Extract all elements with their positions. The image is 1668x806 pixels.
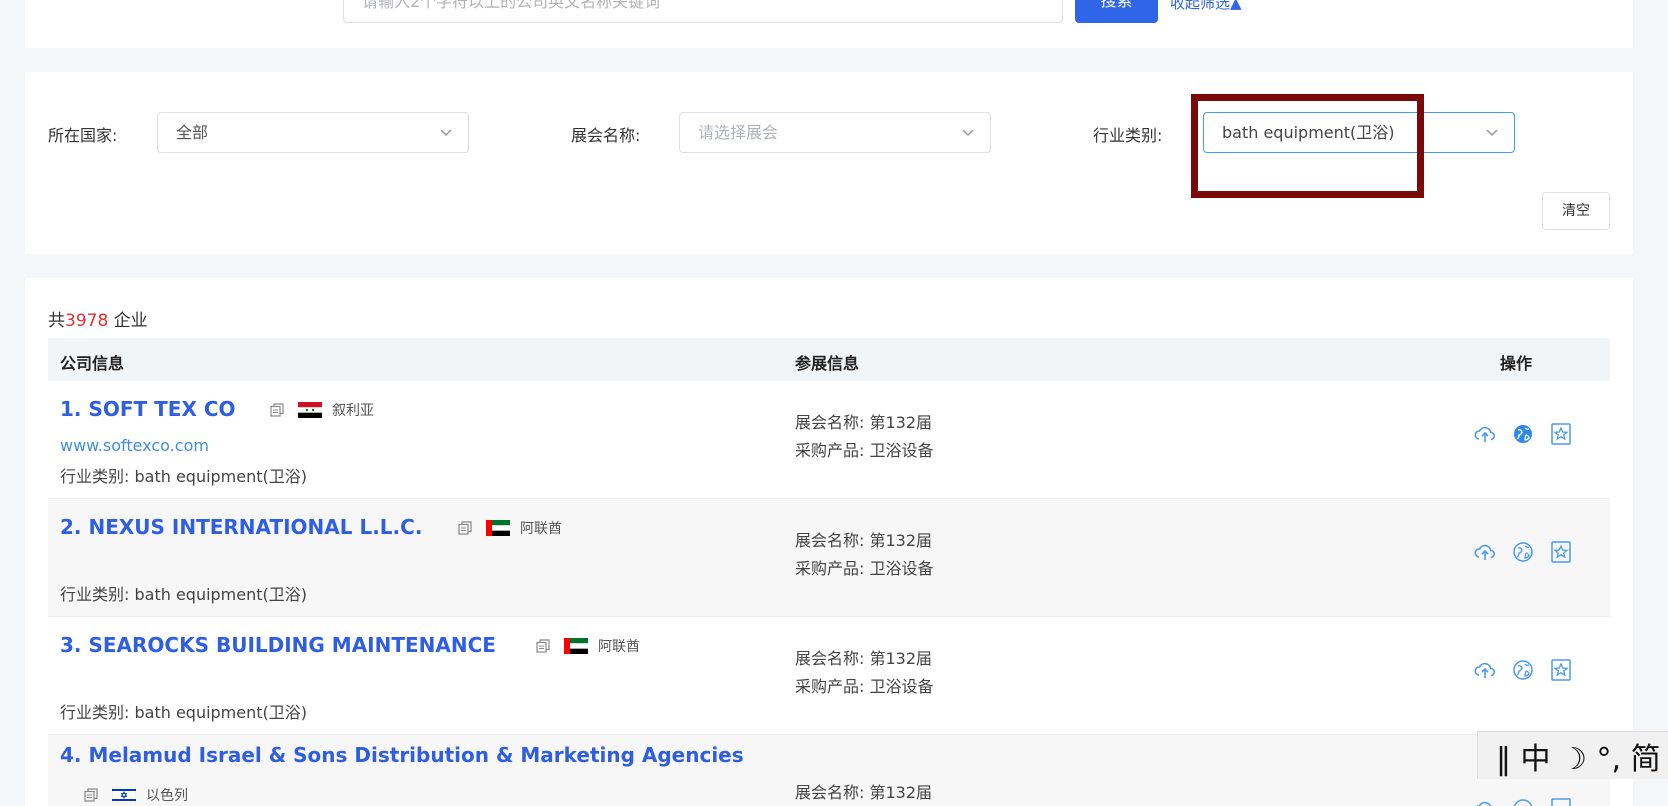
exhibit-info: 展会名称: 第132届 采购产品: 卫浴设备 — [795, 409, 933, 465]
purchase-product: 采购产品: 卫浴设备 — [795, 677, 934, 696]
table-row: 2. NEXUS INTERNATIONAL L.L.C. 阿联酋 行业类别: … — [48, 499, 1610, 617]
company-industry: 行业类别: bath equipment(卫浴) — [60, 703, 308, 722]
syria-flag-icon — [298, 402, 322, 418]
uae-flag-icon — [486, 520, 510, 536]
company-name-link[interactable]: 2. NEXUS INTERNATIONAL L.L.C. — [60, 515, 422, 539]
ime-toolbar[interactable]: ‖ 中 ☽ °, 简 — [1477, 731, 1668, 779]
chevron-down-icon — [1486, 129, 1498, 137]
row-actions — [1473, 422, 1573, 446]
israel-flag-icon — [112, 787, 136, 803]
company-country: 阿联酋 — [598, 639, 640, 655]
company-industry: 行业类别: bath equipment(卫浴) — [60, 585, 308, 604]
star-favorite-icon[interactable] — [1549, 540, 1573, 564]
collapse-filter-link[interactable]: 收起筛选▲ — [1170, 0, 1242, 13]
search-input[interactable]: 请输入2个字符以上的公司英文名称关键词 — [343, 0, 1063, 23]
table-row: 3. SEAROCKS BUILDING MAINTENANCE 阿联酋 行业类… — [48, 617, 1610, 735]
header-ops: 操作 — [1500, 354, 1533, 373]
row-actions — [1473, 658, 1573, 682]
company-country: 以色列 — [146, 788, 188, 804]
fair-name: 展会名称: 第132届 — [795, 783, 933, 802]
table-row: 1. SOFT TEX CO 叙利亚 www.softexco.com 行业类别… — [48, 381, 1610, 499]
globe-outline-icon[interactable] — [1511, 658, 1535, 682]
table-header: 公司信息 参展信息 操作 — [48, 338, 1610, 381]
fair-select[interactable]: 请选择展会 — [679, 112, 991, 153]
fair-placeholder: 请选择展会 — [698, 123, 779, 142]
exhibit-info: 展会名称: 第132届 — [795, 779, 932, 806]
company-industry: 行业类别: bath equipment(卫浴) — [60, 467, 308, 486]
exhibit-info: 展会名称: 第132届 采购产品: 卫浴设备 — [795, 645, 933, 701]
row-actions — [1473, 797, 1573, 806]
uae-flag-icon — [564, 638, 588, 654]
company-website-link[interactable]: www.softexco.com — [60, 436, 209, 455]
filter-card: 所在国家: 全部 展会名称: 请选择展会 行业类别: bath equipmen… — [25, 72, 1633, 254]
globe-outline-icon[interactable] — [1511, 540, 1535, 564]
company-name-link[interactable]: 3. SEAROCKS BUILDING MAINTENANCE — [60, 633, 496, 657]
fair-name: 展会名称: 第132届 — [795, 649, 933, 668]
star-favorite-icon[interactable] — [1549, 422, 1573, 446]
cloud-upload-icon[interactable] — [1473, 540, 1497, 564]
star-favorite-icon[interactable] — [1549, 797, 1573, 806]
search-button[interactable]: 搜索 — [1075, 0, 1158, 23]
star-favorite-icon[interactable] — [1549, 658, 1573, 682]
ime-toolbar-text: ‖ 中 ☽ °, 简 — [1496, 741, 1661, 777]
globe-icon[interactable] — [1511, 422, 1535, 446]
company-country: 阿联酋 — [520, 521, 562, 537]
clear-button[interactable]: 清空 — [1542, 192, 1610, 230]
globe-outline-icon[interactable] — [1511, 797, 1535, 806]
purchase-product: 采购产品: 卫浴设备 — [795, 559, 934, 578]
copy-icon[interactable] — [458, 521, 472, 535]
company-name-link[interactable]: 4. Melamud Israel & Sons Distribution & … — [60, 743, 744, 767]
cloud-upload-icon[interactable] — [1473, 422, 1497, 446]
search-card: 请输入2个字符以上的公司英文名称关键词 搜索 收起筛选▲ — [25, 0, 1633, 48]
count-prefix: 共 — [48, 311, 65, 331]
company-country: 叙利亚 — [332, 403, 374, 419]
result-count: 共3978 企业 — [48, 306, 148, 331]
copy-icon[interactable] — [84, 788, 98, 802]
chevron-down-icon — [962, 129, 974, 137]
country-label: 所在国家: — [48, 126, 118, 145]
company-meta: 阿联酋 — [458, 518, 562, 538]
purchase-product: 采购产品: 卫浴设备 — [795, 441, 934, 460]
company-name-link[interactable]: 1. SOFT TEX CO — [60, 397, 236, 421]
fair-name: 展会名称: 第132届 — [795, 413, 933, 432]
company-meta: 叙利亚 — [270, 400, 374, 420]
exhibit-info: 展会名称: 第132届 采购产品: 卫浴设备 — [795, 527, 933, 583]
cloud-upload-icon[interactable] — [1473, 797, 1497, 806]
count-number: 3978 — [65, 311, 109, 331]
country-value: 全部 — [176, 123, 209, 142]
header-company: 公司信息 — [60, 354, 125, 373]
header-exhibit: 参展信息 — [795, 354, 860, 373]
table-row: 4. Melamud Israel & Sons Distribution & … — [48, 735, 1610, 806]
fair-label: 展会名称: — [571, 126, 641, 145]
row-actions — [1473, 540, 1573, 564]
industry-label: 行业类别: — [1093, 126, 1163, 145]
company-meta: 阿联酋 — [536, 636, 640, 656]
industry-value: bath equipment(卫浴) — [1222, 123, 1395, 142]
fair-name: 展会名称: 第132届 — [795, 531, 933, 550]
copy-icon[interactable] — [270, 403, 284, 417]
results-card: 共3978 企业 公司信息 参展信息 操作 1. SOFT TEX CO 叙利亚… — [25, 278, 1633, 806]
cloud-upload-icon[interactable] — [1473, 658, 1497, 682]
company-meta: 以色列 — [84, 785, 188, 805]
copy-icon[interactable] — [536, 639, 550, 653]
count-suffix: 企业 — [108, 311, 148, 331]
chevron-down-icon — [440, 129, 452, 137]
industry-select[interactable]: bath equipment(卫浴) — [1203, 112, 1515, 153]
country-select[interactable]: 全部 — [157, 112, 469, 153]
